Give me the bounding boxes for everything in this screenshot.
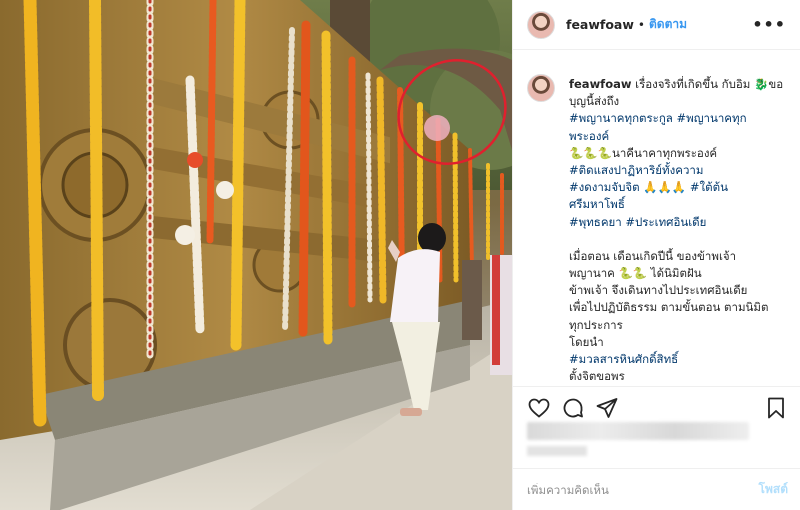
caption-line: เพื่อไปปฏิบัติธรรม ตามขั้นตอน ตามนิมิต	[569, 300, 769, 315]
bookmark-icon[interactable]	[764, 396, 788, 420]
caption-line[interactable]: #พุทธคยา #ประเทศอินเดีย	[569, 214, 783, 231]
caption-line: พญานาค 🐍🐍 ได้นิมิตฝัน	[569, 266, 702, 281]
post-comment-button[interactable]: โพสต์	[759, 480, 788, 499]
likes-count-blurred	[527, 422, 749, 440]
photo-scene	[0, 0, 512, 510]
comment-box: โพสต์	[527, 469, 788, 510]
paper-plane-icon[interactable]	[595, 396, 619, 420]
caption-line: 🐍🐍🐍นาคีนาคาทุกพระองค์	[569, 145, 718, 160]
comment-bubble-icon[interactable]	[561, 396, 585, 420]
caption-line: เมื่อตอน เดือนเกิดปีนี้ ของข้าพเจ้า	[569, 248, 737, 263]
header-username[interactable]: feawfoaw	[566, 17, 634, 32]
caption-line: feawfoaw เรื่องจริงที่เกิดขึ้น กับอิม 🐉ข…	[569, 76, 783, 93]
caption-text-segment: เรื่องจริงที่เกิดขึ้น กับอิม 🐉ขอ	[631, 77, 784, 91]
post-side-panel: feawfoaw • ติดตาม ••• feawfoaw เรื่องจริ…	[512, 0, 800, 510]
action-bar	[527, 396, 788, 420]
caption-line: ทุกประการ	[569, 317, 623, 332]
heart-icon[interactable]	[527, 396, 551, 420]
caption-section: feawfoaw เรื่องจริงที่เกิดขึ้น กับอิม 🐉ข…	[527, 62, 788, 384]
caption-line	[569, 231, 783, 248]
caption-line[interactable]: #งดงามจับจิต 🙏🙏🙏 #ใต้ต้น	[569, 179, 783, 196]
comment-input[interactable]	[527, 482, 759, 497]
caption-line: บุญนี้ส่งถึง	[569, 94, 620, 109]
caption-username[interactable]: feawfoaw	[569, 77, 631, 91]
more-options-icon[interactable]: •••	[752, 15, 786, 34]
follow-button[interactable]: ติดตาม	[649, 15, 687, 34]
post-header: feawfoaw • ติดตาม •••	[513, 0, 800, 50]
caption-line[interactable]: ศรีมหาโพธิ์	[569, 196, 783, 213]
caption-line[interactable]: #พญานาคทุกตระกูล #พญานาคทุก	[569, 110, 783, 127]
caption-line: โดยนำ	[569, 334, 604, 349]
caption-line: ข้าพเจ้า จึงเดินทางไปประเทศอินเดีย	[569, 283, 748, 298]
header-separator: •	[637, 17, 645, 32]
caption-text: feawfoaw เรื่องจริงที่เกิดขึ้น กับอิม 🐉ข…	[569, 76, 783, 384]
caption-line: ตั้งจิตขอพร	[569, 369, 625, 384]
post-photo[interactable]	[0, 0, 512, 510]
divider	[513, 386, 800, 387]
instagram-post: feawfoaw • ติดตาม ••• feawfoaw เรื่องจริ…	[0, 0, 800, 510]
caption-avatar[interactable]	[527, 74, 555, 102]
post-date-blurred	[527, 446, 587, 456]
avatar[interactable]	[527, 10, 555, 39]
caption-line[interactable]: #ติดแสงปาฏิหาริย์ทั้งความ	[569, 162, 783, 179]
caption-line[interactable]: #มวลสารหินศักดิ์สิทธิ์	[569, 351, 783, 368]
caption-line[interactable]: พระองค์	[569, 128, 783, 145]
